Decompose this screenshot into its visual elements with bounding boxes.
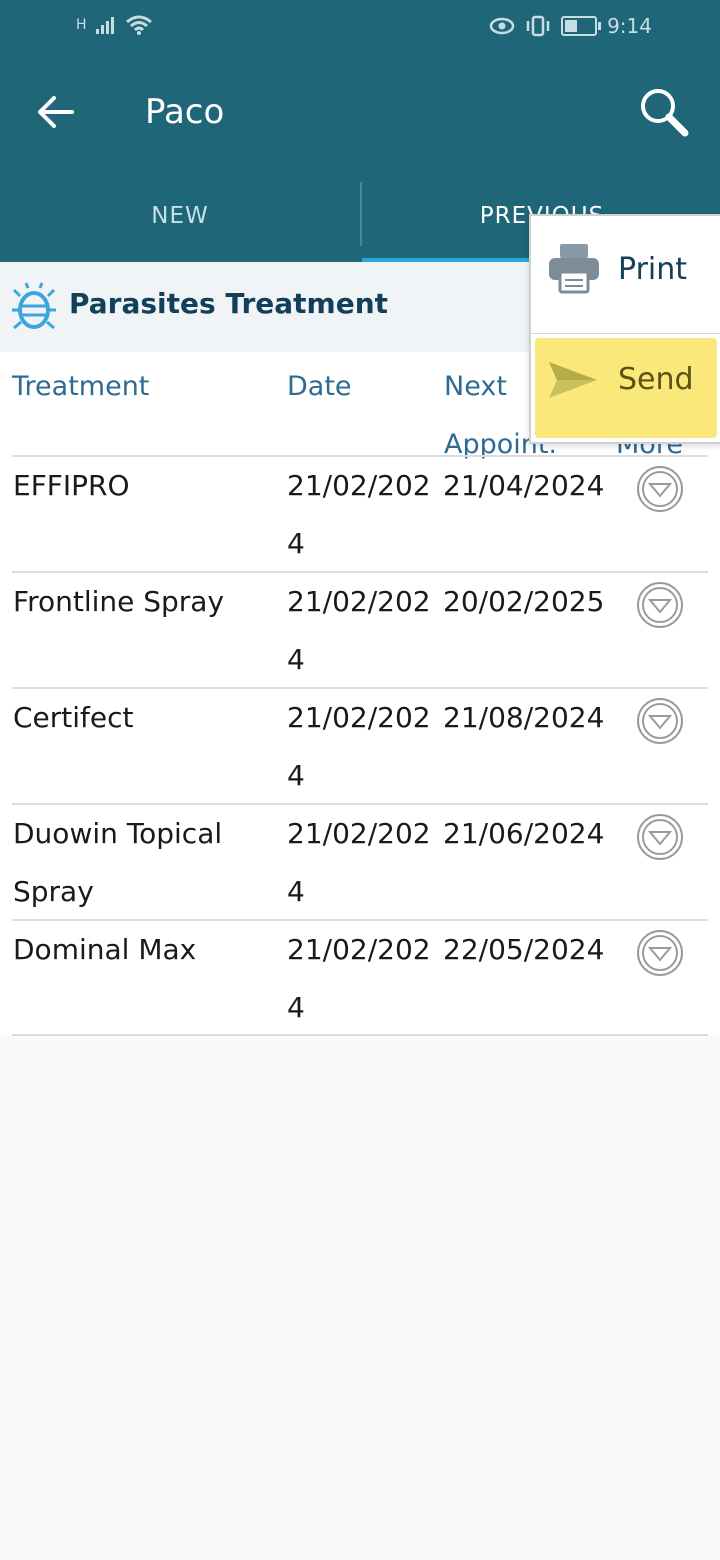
cell-next: 21/06/2024 bbox=[443, 817, 605, 850]
status-right: 9:14 bbox=[489, 14, 652, 38]
cell-date: 21/02/2024 bbox=[287, 933, 431, 1024]
menu-divider bbox=[531, 333, 720, 334]
section-title: Parasites Treatment bbox=[69, 287, 389, 320]
expand-more-icon[interactable] bbox=[636, 929, 684, 977]
network-type: H bbox=[76, 17, 87, 33]
cell-date: 21/02/2024 bbox=[287, 585, 431, 676]
menu-item-print[interactable]: Print bbox=[531, 216, 720, 333]
battery-icon bbox=[561, 16, 602, 36]
cell-treatment: Frontline Spray bbox=[13, 585, 225, 618]
table-row: Frontline Spray 21/02/2024 20/02/2025 bbox=[12, 571, 708, 689]
overflow-menu: Print Send bbox=[529, 214, 720, 444]
table-bottom-divider bbox=[12, 1034, 708, 1036]
cell-treatment: Dominal Max bbox=[13, 933, 197, 966]
bug-icon bbox=[12, 282, 56, 330]
printer-icon bbox=[549, 244, 599, 294]
cell-next: 20/02/2025 bbox=[443, 585, 605, 618]
cell-treatment: Certifect bbox=[13, 701, 134, 734]
tab-new[interactable]: NEW bbox=[0, 182, 360, 260]
cell-treatment: EFFIPRO bbox=[13, 469, 130, 502]
cell-next: 21/08/2024 bbox=[443, 701, 605, 734]
cell-next: 22/05/2024 bbox=[443, 933, 605, 966]
status-time: 9:14 bbox=[607, 14, 652, 38]
vibrate-icon bbox=[526, 15, 550, 37]
print-label: Print bbox=[618, 252, 688, 287]
table-row: Duowin Topical Spray 21/02/2024 21/06/20… bbox=[12, 803, 708, 921]
menu-item-send[interactable]: Send bbox=[535, 338, 717, 438]
search-icon[interactable] bbox=[636, 84, 692, 140]
table-row: Certifect 21/02/2024 21/08/2024 bbox=[12, 687, 708, 805]
cell-date: 21/02/2024 bbox=[287, 817, 431, 908]
page-title: Paco bbox=[145, 92, 225, 132]
header-date: Date bbox=[287, 371, 352, 402]
status-left: H bbox=[76, 14, 153, 36]
cell-date: 21/02/2024 bbox=[287, 701, 431, 792]
signal-icon bbox=[95, 17, 114, 34]
cell-date: 21/02/2024 bbox=[287, 469, 431, 560]
expand-more-icon[interactable] bbox=[636, 465, 684, 513]
arrow-left-icon[interactable] bbox=[34, 90, 78, 134]
cell-next: 21/04/2024 bbox=[443, 469, 605, 502]
send-icon bbox=[549, 362, 597, 398]
expand-more-icon[interactable] bbox=[636, 813, 684, 861]
send-label: Send bbox=[618, 362, 694, 397]
header-treatment: Treatment bbox=[12, 371, 150, 402]
cell-treatment: Duowin Topical Spray bbox=[13, 817, 223, 908]
expand-more-icon[interactable] bbox=[636, 581, 684, 629]
wifi-icon bbox=[125, 15, 152, 35]
table-row: Dominal Max 21/02/2024 22/05/2024 bbox=[12, 919, 708, 1037]
eye-icon bbox=[489, 17, 515, 35]
table-row: EFFIPRO 21/02/2024 21/04/2024 bbox=[12, 455, 708, 573]
expand-more-icon[interactable] bbox=[636, 697, 684, 745]
